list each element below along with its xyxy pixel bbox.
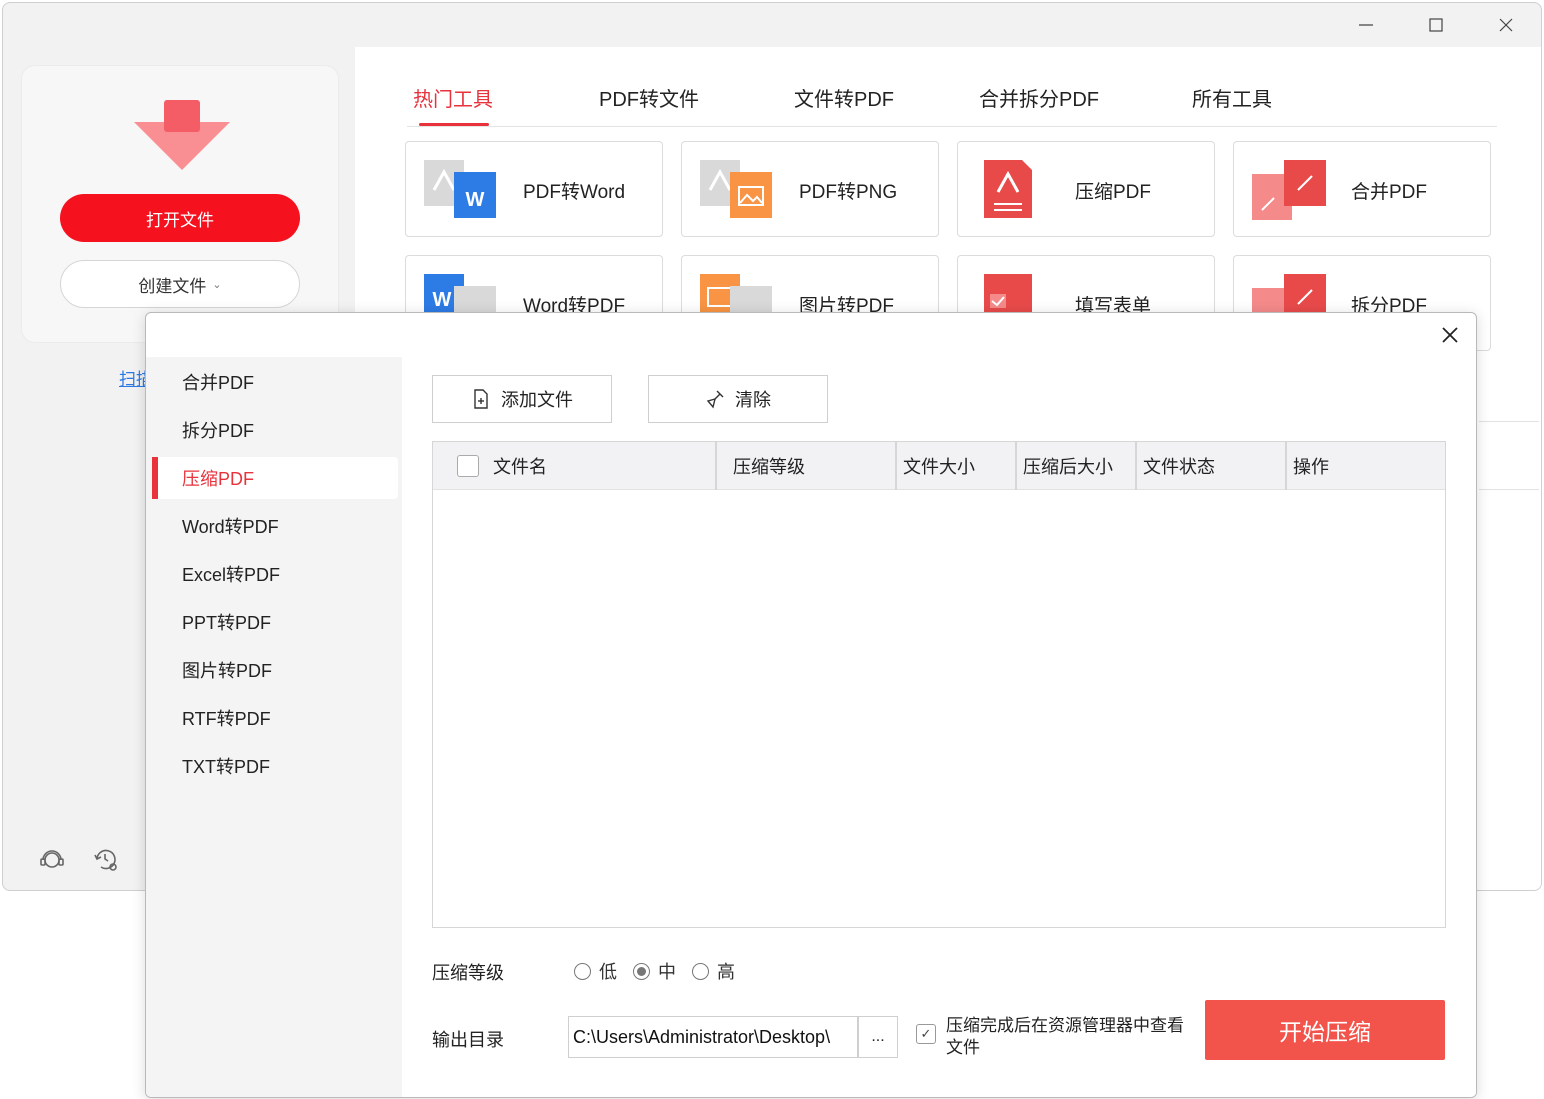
sidebar-item-txt-to-pdf[interactable]: TXT转PDF xyxy=(152,745,398,787)
column-file-status: 文件状态 xyxy=(1137,442,1287,490)
select-all-checkbox[interactable] xyxy=(457,455,479,477)
close-window-button[interactable] xyxy=(1471,3,1541,47)
compress-dialog: 合并PDF 拆分PDF 压缩PDF Word转PDF Excel转PDF PPT… xyxy=(145,312,1477,1098)
tool-pdf-to-word[interactable]: W PDF转Word xyxy=(405,141,663,237)
column-label: 文件状态 xyxy=(1143,457,1215,477)
tool-pdf-to-png[interactable]: PDF转PNG xyxy=(681,141,939,237)
close-icon xyxy=(1442,327,1458,343)
column-file-size: 文件大小 xyxy=(897,442,1017,490)
clear-button[interactable]: 清除 xyxy=(648,375,828,423)
start-compress-button[interactable]: 开始压缩 xyxy=(1205,1000,1445,1060)
column-label: 文件名 xyxy=(493,457,547,477)
tab-file-to-pdf[interactable]: 文件转PDF xyxy=(794,83,894,112)
minimize-icon xyxy=(1359,24,1373,26)
bottom-toolbar xyxy=(37,845,121,875)
open-after-checkbox[interactable]: ✓ xyxy=(916,1024,936,1044)
file-table: 文件名 压缩等级 文件大小 压缩后大小 文件状态 操作 xyxy=(432,441,1446,928)
merge-pdf-icon xyxy=(1252,160,1326,220)
add-file-icon xyxy=(474,389,488,409)
tool-label: PDF转PNG xyxy=(799,182,898,203)
window-controls xyxy=(1331,3,1541,47)
add-files-button[interactable]: 添加文件 xyxy=(432,375,612,423)
sidebar-item-word-to-pdf[interactable]: Word转PDF xyxy=(152,505,398,547)
level-medium-radio[interactable]: 中 xyxy=(633,958,676,984)
clear-label: 清除 xyxy=(735,390,771,410)
pdf-to-word-icon: W xyxy=(424,160,496,218)
tool-compress-pdf[interactable]: 压缩PDF xyxy=(957,141,1215,237)
sidebar-item-compress-pdf[interactable]: 压缩PDF xyxy=(152,457,398,499)
column-compressed-size: 压缩后大小 xyxy=(1017,442,1137,490)
create-file-button[interactable]: 创建文件 ⌄ xyxy=(60,260,300,308)
sidebar-item-ppt-to-pdf[interactable]: PPT转PDF xyxy=(152,601,398,643)
tab-pdf-to-file[interactable]: PDF转文件 xyxy=(599,83,699,112)
svg-text:W: W xyxy=(433,289,452,311)
compress-level-radio-group: 低 中 高 xyxy=(574,958,735,984)
svg-text:W: W xyxy=(466,189,485,211)
maximize-button[interactable] xyxy=(1401,3,1471,47)
add-files-label: 添加文件 xyxy=(501,390,573,410)
open-file-button[interactable]: 打开文件 xyxy=(60,194,300,242)
download-arrow-icon xyxy=(134,100,230,170)
minimize-button[interactable] xyxy=(1331,3,1401,47)
compress-pdf-icon xyxy=(984,160,1032,218)
broom-icon xyxy=(706,390,724,409)
sidebar-item-image-to-pdf[interactable]: 图片转PDF xyxy=(152,649,398,691)
tool-label: 合并PDF xyxy=(1351,182,1428,203)
tab-hot-tools[interactable]: 热门工具 xyxy=(413,83,493,126)
sidebar-item-merge-pdf[interactable]: 合并PDF xyxy=(152,361,398,403)
sidebar-item-rtf-to-pdf[interactable]: RTF转PDF xyxy=(152,697,398,739)
column-label: 文件大小 xyxy=(903,457,975,477)
customer-service-icon[interactable] xyxy=(37,845,67,875)
close-icon xyxy=(1499,18,1513,32)
tool-label: 压缩PDF xyxy=(1075,182,1152,203)
tab-all-tools[interactable]: 所有工具 xyxy=(1192,83,1272,112)
pdf-to-png-icon xyxy=(700,160,772,218)
column-label: 操作 xyxy=(1293,457,1329,477)
column-file-name: 文件名 xyxy=(433,442,717,490)
tool-label: PDF转Word xyxy=(523,182,626,203)
output-path-input[interactable]: C:\Users\Administrator\Desktop\ xyxy=(568,1016,858,1058)
radio-label: 中 xyxy=(658,962,676,982)
dialog-close-button[interactable] xyxy=(1436,321,1464,349)
dialog-main: 添加文件 清除 文件名 压缩等级 文件大小 压缩后大小 文件状态 操作 压缩等级… xyxy=(402,357,1476,1097)
open-file-card: 打开文件 创建文件 ⌄ xyxy=(21,65,339,343)
radio-label: 高 xyxy=(717,962,735,982)
open-after-label: 压缩完成后在资源管理器中查看文件 xyxy=(946,1016,1184,1057)
column-compress-level: 压缩等级 xyxy=(717,442,897,490)
tab-merge-split[interactable]: 合并拆分PDF xyxy=(979,83,1099,112)
divider xyxy=(1479,489,1539,490)
output-dir-label: 输出目录 xyxy=(432,1030,504,1050)
dialog-titlebar xyxy=(146,313,1476,357)
level-low-radio[interactable]: 低 xyxy=(574,958,617,984)
browse-button[interactable]: ... xyxy=(858,1016,898,1058)
dialog-sidebar: 合并PDF 拆分PDF 压缩PDF Word转PDF Excel转PDF PPT… xyxy=(146,357,402,1097)
column-label: 压缩后大小 xyxy=(1023,457,1113,477)
level-high-radio[interactable]: 高 xyxy=(692,958,735,984)
create-file-label: 创建文件 xyxy=(138,276,207,296)
sidebar-item-excel-to-pdf[interactable]: Excel转PDF xyxy=(152,553,398,595)
maximize-icon xyxy=(1429,18,1443,32)
sidebar-item-split-pdf[interactable]: 拆分PDF xyxy=(152,409,398,451)
column-actions: 操作 xyxy=(1287,442,1445,490)
column-label: 压缩等级 xyxy=(733,457,805,477)
tool-merge-pdf[interactable]: 合并PDF xyxy=(1233,141,1491,237)
chevron-down-icon: ⌄ xyxy=(212,278,222,291)
history-settings-icon[interactable] xyxy=(91,845,121,875)
tool-tabs: 热门工具 PDF转文件 文件转PDF 合并拆分PDF 所有工具 xyxy=(407,71,1497,127)
divider xyxy=(1479,421,1539,422)
radio-label: 低 xyxy=(599,962,617,982)
table-header: 文件名 压缩等级 文件大小 压缩后大小 文件状态 操作 xyxy=(433,442,1445,490)
compress-level-label: 压缩等级 xyxy=(432,963,504,983)
